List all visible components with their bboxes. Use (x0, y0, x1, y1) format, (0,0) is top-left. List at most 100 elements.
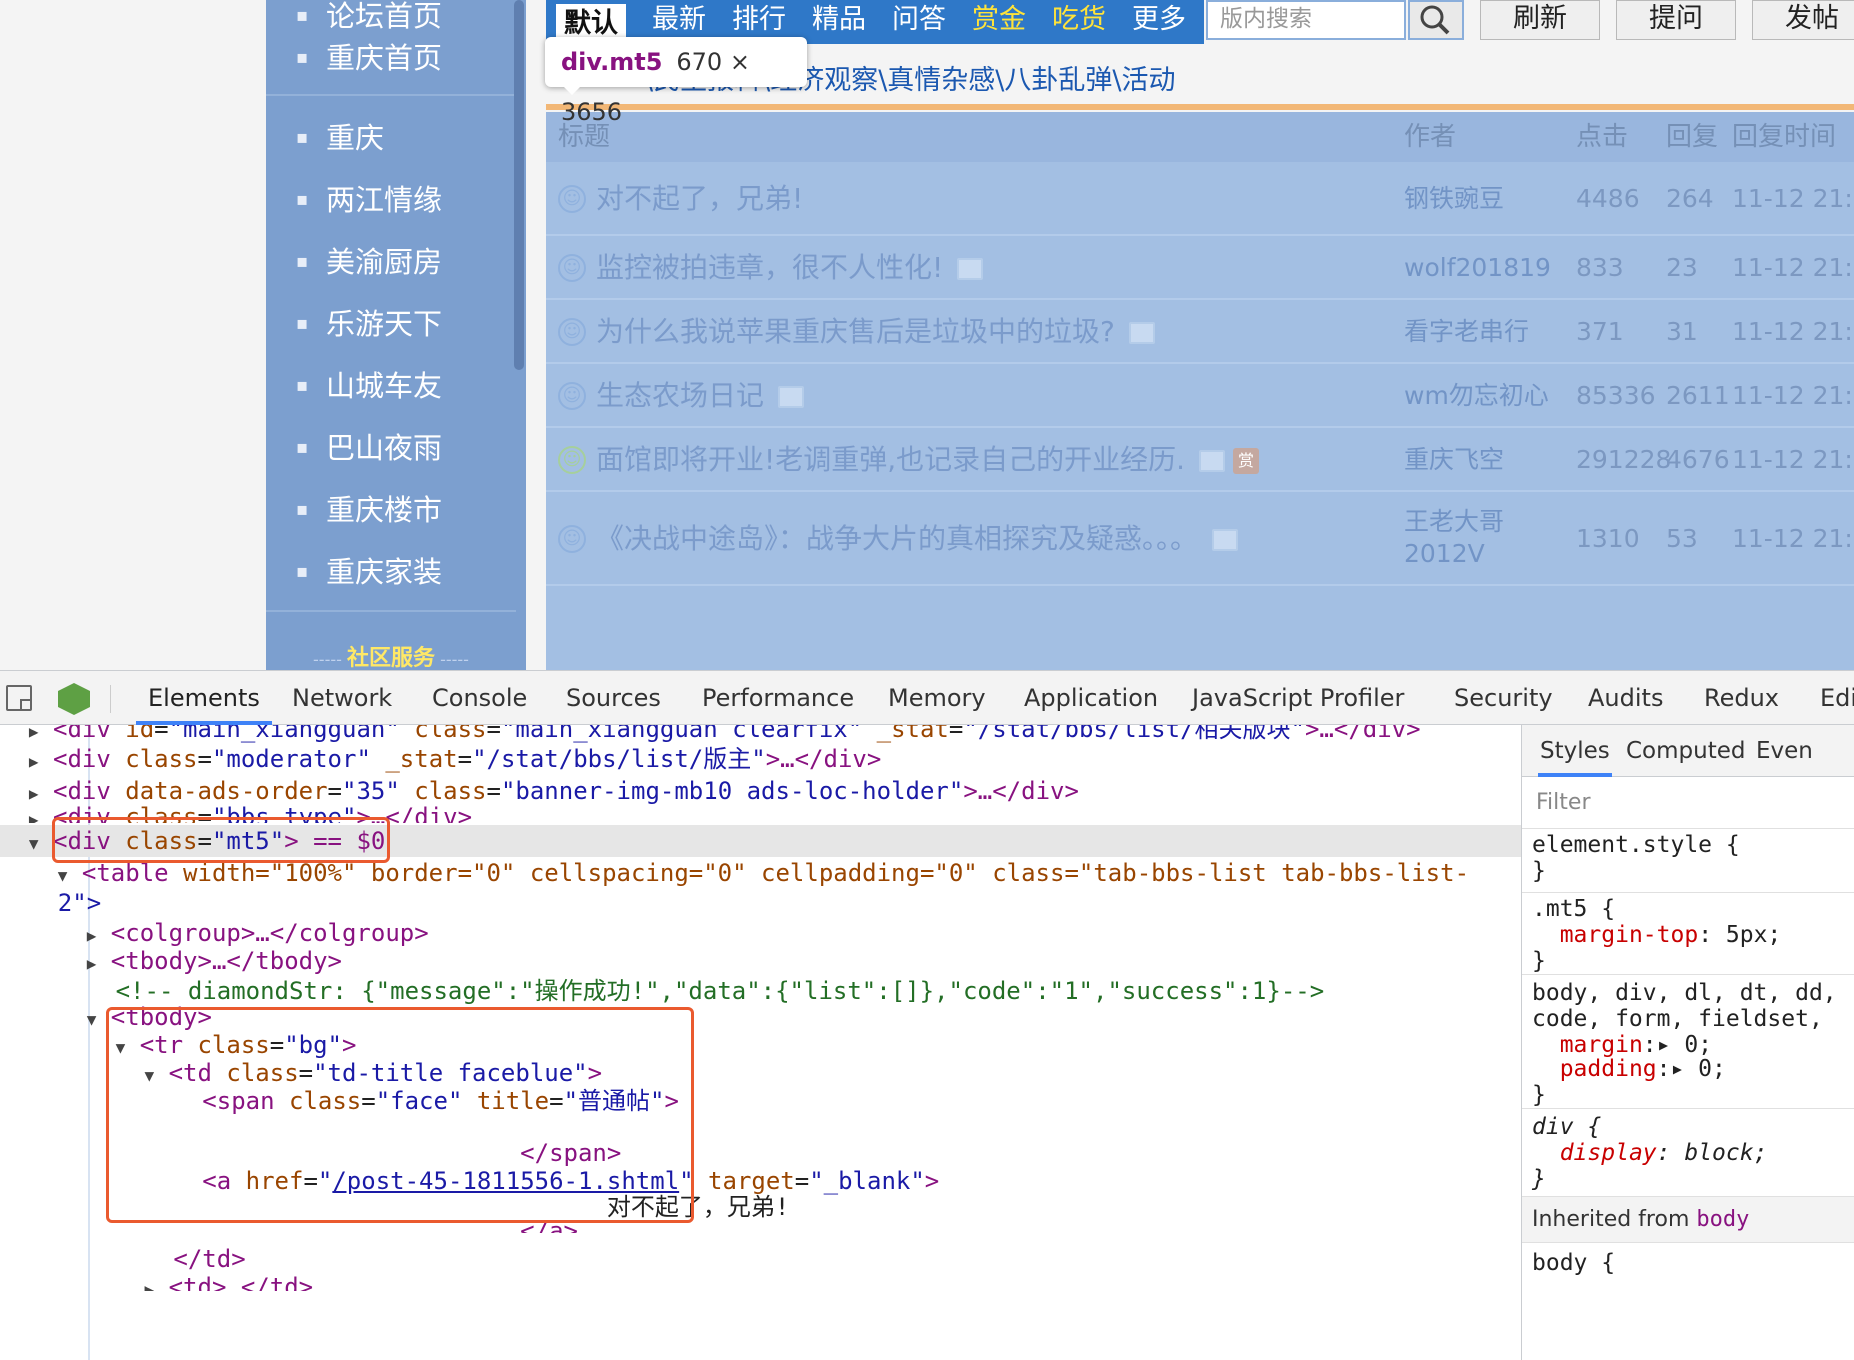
sidebar-item-chongqing-home[interactable]: ▪ 重庆首页 (266, 28, 516, 88)
sidebar-item-decoration[interactable]: ▪ 重庆家装 (266, 542, 516, 602)
tab-event-listeners[interactable]: Even (1756, 725, 1813, 777)
tab-computed[interactable]: Computed (1626, 725, 1745, 777)
post-title-link[interactable]: 生态农场日记 (596, 364, 805, 428)
post-title-link[interactable]: 为什么我说苹果重庆售后是垃圾中的垃圾? (596, 300, 1155, 364)
inspect-element-icon[interactable] (6, 685, 32, 711)
refresh-button[interactable]: 刷新 (1480, 0, 1600, 40)
sidebar-item-label: 两江情缘 (326, 183, 443, 217)
tab-sources[interactable]: Sources (566, 671, 661, 725)
image-attachment-icon (778, 386, 805, 408)
table-row[interactable]: ☺ 面馆即将开业!老调重弹,也记录自己的开业经历. 赏 重庆飞空 291228 4676 1… (546, 428, 1854, 492)
post-reply-time: 11-12 21:23 (1732, 445, 1854, 474)
sidebar-item-cars[interactable]: ▪ 山城车友 (266, 356, 516, 416)
post-replies: 264 (1666, 184, 1714, 213)
rule-element-style: element.style { } (1522, 829, 1854, 893)
sidebar-item-label: 重庆首页 (326, 41, 443, 75)
devtools-panel: Elements Network Console Sources Perform… (0, 670, 1854, 1360)
tab-security[interactable]: Security (1454, 671, 1553, 725)
tab-separator (110, 685, 111, 713)
table-row[interactable]: ☺ 监控被拍违章，很不人性化! wolf201819 833 23 11-12 21:30 (546, 236, 1854, 300)
tab-redux[interactable]: Redux (1704, 671, 1779, 725)
tab-foodie[interactable]: 吃货 (1052, 0, 1106, 44)
sidebar-item-night-rain[interactable]: ▪ 巴山夜雨 (266, 418, 516, 478)
sidebar-scrollbar[interactable] (514, 0, 524, 370)
post-title-link[interactable]: 监控被拍违章，很不人性化! (596, 236, 984, 300)
ask-button[interactable]: 提问 (1616, 0, 1736, 40)
post-author-link[interactable]: 王老大哥 2012V (1404, 506, 1534, 570)
post-author-link[interactable]: 看字老串行 (1404, 300, 1529, 364)
post-title-link[interactable]: 《决战中途岛》：战争大片的真相探究及疑惑。。。 (596, 492, 1239, 586)
tab-styles[interactable]: Styles (1538, 725, 1612, 777)
post-hits: 4486 (1576, 184, 1640, 213)
sidebar-item-label: 重庆家装 (326, 555, 443, 589)
bullet-icon: ▪ (296, 375, 309, 396)
sidebar-item-label: 山城车友 (326, 369, 443, 403)
post-author-link[interactable]: wm勿忘初心 (1404, 364, 1549, 428)
bullet-icon: ▪ (296, 47, 309, 68)
post-hits: 85336 (1576, 381, 1656, 410)
sidebar-item-travel[interactable]: ▪ 乐游天下 (266, 294, 516, 354)
sidebar-item-label: 美渝厨房 (326, 245, 443, 279)
board-search-input[interactable]: 版内搜索 (1206, 0, 1406, 40)
image-attachment-icon (1199, 450, 1226, 472)
table-row[interactable]: ☺ 生态农场日记 wm勿忘初心 85336 261111-12 21:25 (546, 364, 1854, 428)
bullet-icon: ▪ (296, 313, 309, 334)
image-attachment-icon (1128, 322, 1155, 344)
table-row[interactable]: ☺ 《决战中途岛》：战争大片的真相探究及疑惑。。。 王老大哥 2012V 1310 53… (546, 492, 1854, 586)
dom-node-td-next[interactable]: ▶ <td>…</td> (0, 1271, 1521, 1291)
tab-editor[interactable]: Edi (1820, 671, 1854, 725)
image-attachment-icon (1212, 529, 1239, 551)
tab-memory[interactable]: Memory (888, 671, 986, 725)
bullet-icon: ▪ (296, 437, 309, 458)
rule-reset: body, div, dl, dt, dd, code, form, field… (1522, 975, 1854, 1109)
bullet-icon: ▪ (296, 127, 309, 148)
tab-js-profiler[interactable]: JavaScript Profiler (1192, 671, 1404, 725)
tab-elements[interactable]: Elements (136, 671, 272, 725)
post-title-link[interactable]: 对不起了，兄弟! (596, 162, 803, 236)
sidebar-item-label: 巴山夜雨 (326, 431, 443, 465)
dom-node-moderator[interactable]: ▶ <div class="moderator" _stat="/stat/bb… (0, 743, 1521, 775)
sidebar-item-property[interactable]: ▪ 重庆楼市 (266, 480, 516, 540)
post-title-link[interactable]: 面馆即将开业!老调重弹,也记录自己的开业经历. 赏 (596, 428, 1260, 492)
inherited-header: Inherited from body (1522, 1197, 1854, 1243)
post-hits: 291228 (1576, 445, 1672, 474)
vue-devtools-icon[interactable] (58, 683, 90, 715)
tab-network[interactable]: Network (292, 671, 392, 725)
rule-mt5: .mt5 { margin-top: 5px; } (1522, 893, 1854, 975)
post-author-link[interactable]: 重庆飞空 (1404, 428, 1504, 492)
header-author: 作者 (1404, 122, 1457, 152)
post-face-icon: ☺ (558, 254, 586, 282)
tab-performance[interactable]: Performance (702, 671, 854, 725)
tab-application[interactable]: Application (1024, 671, 1158, 725)
sidebar-item-chongqing[interactable]: ▪ 重庆 (266, 108, 516, 168)
tab-bounty[interactable]: 赏金 (972, 0, 1026, 44)
bullet-icon: ▪ (296, 561, 309, 582)
header-reply-time: 回复时间 (1732, 122, 1837, 152)
rule-div-ua: div { display: block; } (1522, 1109, 1854, 1197)
annotation-box-tr (106, 1007, 694, 1223)
sidebar-item-kitchen[interactable]: ▪ 美渝厨房 (266, 232, 516, 292)
orange-divider (546, 104, 1854, 110)
tab-audits[interactable]: Audits (1588, 671, 1663, 725)
dom-node-tbody-collapsed[interactable]: ▶ <tbody>…</tbody> (0, 945, 1521, 977)
bullet-icon: ▪ (296, 251, 309, 272)
rule-body: body { (1532, 1250, 1616, 1276)
post-author-link[interactable]: 钢铁豌豆 (1404, 162, 1504, 236)
table-row[interactable]: ☺ 对不起了，兄弟! 钢铁豌豆 4486 264 11-12 21:32 (546, 162, 1854, 236)
tab-featured[interactable]: 精品 (812, 0, 866, 44)
sidebar-item-liangjiang[interactable]: ▪ 两江情缘 (266, 170, 516, 230)
post-author-link[interactable]: wolf201819 (1404, 236, 1551, 300)
dom-node-main-xiangguan[interactable]: ▶ <div id="main_xiangguan" class="main_x… (0, 725, 1521, 745)
tooltip-arrow (562, 85, 582, 95)
post-reply-time: 11-12 21:30 (1732, 253, 1854, 282)
search-button[interactable] (1408, 0, 1464, 40)
tab-more[interactable]: 更多 (1132, 0, 1186, 44)
tab-qa[interactable]: 问答 (892, 0, 946, 44)
post-replies: 2611 (1666, 381, 1730, 410)
table-row[interactable]: ☺ 为什么我说苹果重庆售后是垃圾中的垃圾? 看字老串行 371 31 11-12 21:2… (546, 300, 1854, 364)
styles-filter-input[interactable]: Filter (1522, 777, 1854, 829)
inspect-tooltip: div.mt5 670 × 3656 (545, 37, 807, 126)
sidebar-divider (266, 610, 516, 612)
new-post-button[interactable]: 发帖 (1752, 0, 1854, 40)
tab-console[interactable]: Console (432, 671, 527, 725)
